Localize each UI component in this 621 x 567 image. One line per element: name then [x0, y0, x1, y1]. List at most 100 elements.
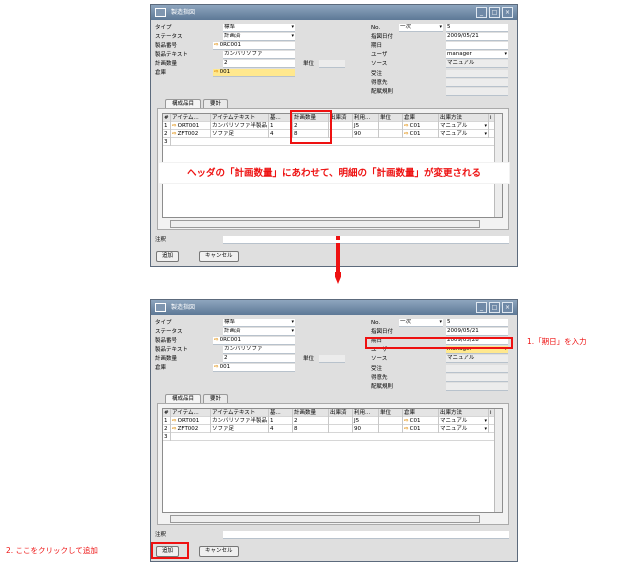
minimize-button[interactable]: _ — [476, 302, 487, 313]
link-arrow-icon[interactable]: ⇨ — [214, 364, 219, 370]
title-bar[interactable]: 製造指図 _ □ × — [151, 5, 517, 20]
link-arrow-icon[interactable]: ⇨ — [404, 426, 409, 432]
link-arrow-icon[interactable]: ⇨ — [214, 42, 219, 48]
table-row[interactable]: 3 — [163, 138, 502, 146]
table-row[interactable]: 1 ⇨ORT001 カンバリソファ半製品 1 2 J5 ⇨C01 マニュアル ▾ — [163, 122, 502, 130]
col-header-item[interactable]: アイテム... — [171, 114, 211, 122]
horizontal-scrollbar[interactable] — [170, 515, 480, 523]
col-header-num[interactable]: # — [163, 114, 171, 122]
col-header-item-text[interactable]: アイテムテキスト — [211, 114, 269, 122]
col-header-unit[interactable]: 単位 — [379, 409, 403, 417]
row-issue-method[interactable]: マニュアル ▾ — [439, 417, 489, 425]
close-button[interactable]: × — [502, 302, 513, 313]
link-arrow-icon[interactable]: ⇨ — [172, 418, 177, 424]
table-row[interactable]: 3 — [163, 433, 502, 441]
product-text-field[interactable]: カンバリソファ — [223, 346, 295, 354]
row-item-cell[interactable]: ⇨ORT001 — [171, 417, 211, 425]
table-row[interactable]: 2 ⇨ZFT002 ソファ足 4 8 90 ⇨C01 マニュアル ▾ — [163, 130, 502, 138]
row-item-cell[interactable]: ⇨ZFT002 — [171, 425, 211, 433]
link-arrow-icon[interactable]: ⇨ — [404, 123, 409, 129]
col-header-available[interactable]: 利用... — [353, 114, 379, 122]
product-no-field[interactable]: ⇨0RC001 — [213, 42, 295, 50]
maximize-button[interactable]: □ — [489, 7, 500, 18]
col-header-issue-method[interactable]: 出庫方法 — [439, 114, 489, 122]
row-warehouse[interactable]: ⇨C01 — [403, 425, 439, 433]
col-header-warehouse[interactable]: 倉庫 — [403, 114, 439, 122]
cancel-button[interactable]: キャンセル — [199, 546, 239, 557]
planned-qty-field[interactable]: 2 — [223, 355, 295, 363]
type-select[interactable]: 標準 ▾ — [223, 24, 295, 32]
row-item-text[interactable]: ソファ足 — [211, 130, 269, 138]
row-issue-method[interactable]: マニュアル ▾ — [439, 122, 489, 130]
status-select[interactable]: 計画済 ▾ — [223, 328, 295, 336]
col-header-base[interactable]: 基... — [269, 409, 293, 417]
remarks-field[interactable] — [223, 531, 509, 539]
link-arrow-icon[interactable]: ⇨ — [404, 131, 409, 137]
close-button[interactable]: × — [502, 7, 513, 18]
tab-summary[interactable]: 要計 — [203, 99, 229, 108]
product-no-field[interactable]: ⇨0RC001 — [213, 337, 295, 345]
col-header-item-text[interactable]: アイテムテキスト — [211, 409, 269, 417]
user-select[interactable]: manager ▾ — [446, 51, 508, 59]
row-item-text[interactable]: カンバリソファ半製品 — [211, 122, 269, 130]
row-issue-method[interactable]: マニュアル ▾ — [439, 425, 489, 433]
col-header-issue-method[interactable]: 出庫方法 — [439, 409, 489, 417]
minimize-button[interactable]: _ — [476, 7, 487, 18]
col-header-num[interactable]: # — [163, 409, 171, 417]
col-header-planned-qty[interactable]: 計画数量 — [293, 409, 329, 417]
link-arrow-icon[interactable]: ⇨ — [172, 426, 177, 432]
row-item-text[interactable]: カンバリソファ半製品 — [211, 417, 269, 425]
warehouse-field[interactable]: ⇨001 — [213, 69, 295, 77]
series-select[interactable]: 一次 ▾ — [399, 319, 443, 327]
col-header-warehouse[interactable]: 倉庫 — [403, 409, 439, 417]
tab-summary[interactable]: 要計 — [203, 394, 229, 403]
distribution-field[interactable] — [446, 88, 508, 96]
type-select[interactable]: 標準 ▾ — [223, 319, 295, 327]
tab-components[interactable]: 構成品目 — [165, 394, 202, 403]
link-arrow-icon[interactable]: ⇨ — [404, 418, 409, 424]
unit-field[interactable] — [319, 355, 345, 363]
table-row[interactable]: 1 ⇨ORT001 カンバリソファ半製品 1 2 J5 ⇨C01 マニュアル ▾ — [163, 417, 502, 425]
title-bar[interactable]: 製造指図 _ □ × — [151, 300, 517, 315]
row-warehouse[interactable]: ⇨C01 — [403, 130, 439, 138]
link-arrow-icon[interactable]: ⇨ — [214, 337, 219, 343]
unit-field[interactable] — [319, 60, 345, 68]
link-arrow-icon[interactable]: ⇨ — [214, 69, 219, 75]
distribution-field[interactable] — [446, 383, 508, 391]
row-warehouse[interactable]: ⇨C01 — [403, 417, 439, 425]
cancel-button[interactable]: キャンセル — [199, 251, 239, 262]
planned-qty-field[interactable]: 2 — [223, 60, 295, 68]
table-row[interactable]: 2 ⇨ZFT002 ソファ足 4 8 90 ⇨C01 マニュアル ▾ — [163, 425, 502, 433]
series-select[interactable]: 一次 ▾ — [399, 24, 443, 32]
remarks-field[interactable] — [223, 236, 509, 244]
product-text-field[interactable]: カンバリソファ — [223, 51, 295, 59]
col-header-issued[interactable]: 出庫済 — [329, 114, 353, 122]
row-issue-method[interactable]: マニュアル ▾ — [439, 130, 489, 138]
col-header-item[interactable]: アイテム... — [171, 409, 211, 417]
due-date-field[interactable] — [446, 42, 508, 50]
maximize-button[interactable]: □ — [489, 302, 500, 313]
doc-no-field[interactable]: 5 — [446, 24, 508, 32]
link-arrow-icon[interactable]: ⇨ — [172, 123, 177, 129]
link-arrow-icon[interactable]: ⇨ — [172, 131, 177, 137]
row-planned-qty[interactable]: 8 — [293, 425, 329, 433]
row-base-qty[interactable]: 1 — [269, 417, 293, 425]
order-date-field[interactable]: 2009/05/21 — [446, 33, 508, 41]
horizontal-scrollbar[interactable] — [170, 220, 480, 228]
row-item-cell[interactable]: ⇨ORT001 — [171, 122, 211, 130]
doc-no-field[interactable]: 5 — [446, 319, 508, 327]
col-header-available[interactable]: 利用... — [353, 409, 379, 417]
row-item-text[interactable]: ソファ足 — [211, 425, 269, 433]
vertical-scrollbar[interactable] — [494, 409, 502, 512]
col-header-issued[interactable]: 出庫済 — [329, 409, 353, 417]
order-date-field[interactable]: 2009/05/21 — [446, 328, 508, 336]
warehouse-field[interactable]: ⇨001 — [213, 364, 295, 372]
row-item-cell[interactable]: ⇨ZFT002 — [171, 130, 211, 138]
col-header-unit[interactable]: 単位 — [379, 114, 403, 122]
tab-components[interactable]: 構成品目 — [165, 99, 202, 108]
status-select[interactable]: 計画済 ▾ — [223, 33, 295, 41]
row-warehouse[interactable]: ⇨C01 — [403, 122, 439, 130]
add-button[interactable]: 追加 — [156, 251, 180, 262]
row-base-qty[interactable]: 4 — [269, 425, 293, 433]
row-planned-qty[interactable]: 2 — [293, 417, 329, 425]
